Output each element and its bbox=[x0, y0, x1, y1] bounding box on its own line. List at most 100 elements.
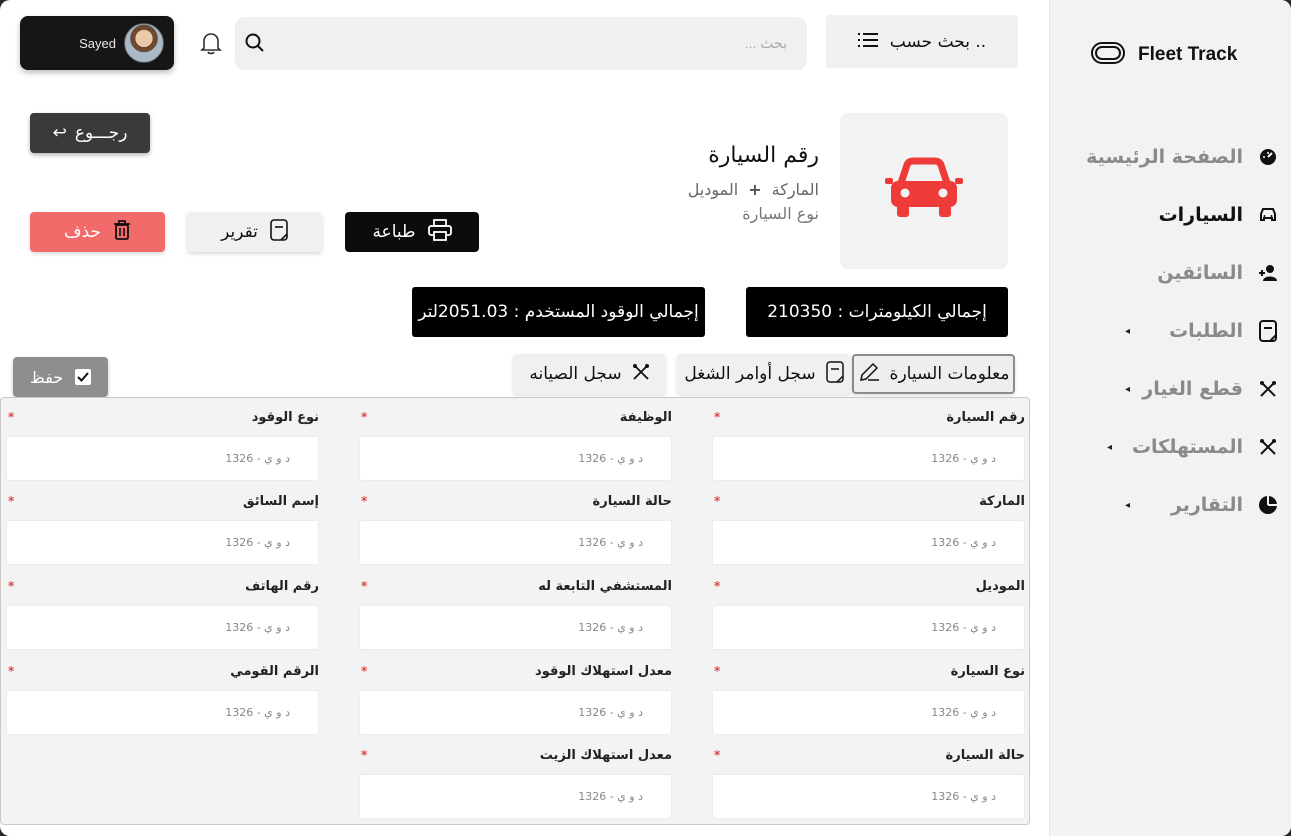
save-button[interactable]: حفظ bbox=[13, 357, 108, 397]
text-field[interactable] bbox=[359, 436, 672, 481]
text-field[interactable] bbox=[359, 605, 672, 650]
field-label: رقم السيارة bbox=[946, 409, 1025, 425]
list-icon bbox=[857, 32, 878, 52]
report-button[interactable]: تقرير bbox=[187, 212, 322, 252]
text-field[interactable] bbox=[359, 774, 672, 819]
brand-name: Fleet Track bbox=[1138, 44, 1238, 65]
brand[interactable]: Fleet Track bbox=[1090, 40, 1237, 70]
document-icon bbox=[1257, 320, 1279, 342]
field-driver-name: * إسم السائق bbox=[6, 490, 319, 565]
text-field[interactable] bbox=[712, 605, 1025, 650]
chevron-icon: ◂ bbox=[1107, 441, 1113, 453]
sidebar-item-requests[interactable]: ◂ الطلبات bbox=[1049, 302, 1291, 360]
tab-label: معلومات السيارة bbox=[889, 364, 1010, 384]
search-by-button[interactable]: بحث حسب .. bbox=[826, 15, 1018, 68]
field-label: الوظيفة bbox=[619, 409, 672, 425]
text-field[interactable] bbox=[359, 520, 672, 565]
total-fuel-stat: إجمالي الوقود المستخدم : 2051.03لتر bbox=[412, 287, 705, 337]
text-field[interactable] bbox=[712, 436, 1025, 481]
field-label: معدل استهلاك الوقود bbox=[535, 663, 672, 679]
document-icon bbox=[825, 360, 844, 388]
required-mark: * bbox=[714, 664, 721, 678]
report-label: تقرير bbox=[221, 222, 258, 242]
sidebar-item-drivers[interactable]: السائقين bbox=[1049, 244, 1291, 302]
field-label: رقم الهاتف bbox=[245, 578, 319, 594]
trash-icon bbox=[113, 219, 131, 245]
printer-icon bbox=[427, 218, 452, 246]
field-brand: * الماركة bbox=[712, 490, 1025, 565]
car-type: نوع السيارة bbox=[742, 204, 819, 223]
text-field[interactable] bbox=[712, 520, 1025, 565]
tools-icon bbox=[632, 363, 650, 386]
sidebar-item-label: التقارير bbox=[1170, 494, 1243, 516]
field-label: الموديل bbox=[975, 578, 1025, 594]
required-mark: * bbox=[361, 579, 368, 593]
field-label: نوع الوقود bbox=[251, 409, 319, 425]
back-button[interactable]: ↩ رجـــوع bbox=[30, 113, 150, 153]
add-user-icon bbox=[1257, 262, 1279, 284]
field-label: معدل استهلاك الزيت bbox=[539, 747, 672, 763]
print-button[interactable]: طباعة bbox=[345, 212, 479, 252]
delete-button[interactable]: حذف bbox=[30, 212, 165, 252]
user-name: Sayed bbox=[79, 35, 116, 51]
field-label: نوع السيارة bbox=[950, 663, 1025, 679]
required-mark: * bbox=[361, 664, 368, 678]
tab-work-orders[interactable]: سجل أوامر الشغل bbox=[677, 354, 851, 394]
required-mark: * bbox=[714, 410, 721, 424]
required-mark: * bbox=[361, 494, 368, 508]
text-field[interactable] bbox=[712, 774, 1025, 819]
sidebar-item-reports[interactable]: ◂ التقارير bbox=[1049, 476, 1291, 534]
field-car-status: * حالة السيارة bbox=[712, 744, 1025, 819]
text-field[interactable] bbox=[6, 605, 319, 650]
search-icon[interactable] bbox=[245, 33, 265, 57]
sidebar-item-consumables[interactable]: ◂ المستهلكات bbox=[1049, 418, 1291, 476]
sidebar: Fleet Track الصفحة الرئيسية السيارات الس… bbox=[1049, 0, 1291, 836]
app-window: Fleet Track الصفحة الرئيسية السيارات الس… bbox=[0, 0, 1291, 836]
total-km-stat: إجمالي الكيلومترات : 210350 bbox=[746, 287, 1008, 337]
tab-car-info[interactable]: معلومات السيارة bbox=[852, 354, 1015, 394]
required-mark: * bbox=[714, 494, 721, 508]
delete-label: حذف bbox=[63, 222, 102, 242]
field-car-condition: * حالة السيارة bbox=[359, 490, 672, 565]
pie-chart-icon bbox=[1257, 494, 1279, 516]
field-phone: * رقم الهاتف bbox=[6, 575, 319, 650]
text-field[interactable] bbox=[6, 520, 319, 565]
pencil-icon bbox=[858, 361, 880, 388]
field-label: الرقم القومي bbox=[230, 663, 319, 679]
search-by-label: بحث حسب .. bbox=[889, 31, 987, 52]
text-field[interactable] bbox=[6, 436, 319, 481]
bell-icon[interactable] bbox=[200, 31, 222, 55]
car-number-title: رقم السيارة bbox=[708, 143, 819, 168]
plus-sign: + bbox=[748, 180, 762, 199]
user-menu[interactable]: Sayed bbox=[20, 16, 174, 70]
text-field[interactable] bbox=[6, 690, 319, 735]
sidebar-item-cars[interactable]: السيارات bbox=[1049, 186, 1291, 244]
avatar bbox=[124, 23, 164, 63]
required-mark: * bbox=[714, 579, 721, 593]
field-oil-rate: * معدل استهلاك الزيت bbox=[359, 744, 672, 819]
tools-icon bbox=[1257, 436, 1279, 458]
search-input[interactable] bbox=[287, 31, 787, 55]
save-label: حفظ bbox=[29, 367, 64, 387]
text-field[interactable] bbox=[359, 690, 672, 735]
sidebar-item-label: المستهلكات bbox=[1131, 436, 1243, 458]
car-icon bbox=[1257, 204, 1279, 226]
field-fuel-rate: * معدل استهلاك الوقود bbox=[359, 660, 672, 735]
text-field[interactable] bbox=[712, 690, 1025, 735]
required-mark: * bbox=[8, 494, 15, 508]
car-brand-model: الماركة + الموديل bbox=[688, 180, 819, 199]
tab-label: سجل أوامر الشغل bbox=[684, 364, 816, 384]
field-fuel-type: * نوع الوقود bbox=[6, 406, 319, 481]
chevron-icon: ◂ bbox=[1125, 499, 1131, 511]
field-hospital: * المستشفي التابعة له bbox=[359, 575, 672, 650]
required-mark: * bbox=[361, 410, 368, 424]
field-label: حالة السيارة bbox=[945, 747, 1025, 763]
required-mark: * bbox=[8, 579, 15, 593]
sidebar-item-home[interactable]: الصفحة الرئيسية bbox=[1049, 128, 1291, 186]
required-mark: * bbox=[714, 748, 721, 762]
field-label: حالة السيارة bbox=[592, 493, 672, 509]
car-image-tile bbox=[840, 113, 1008, 269]
sidebar-item-spare-parts[interactable]: ◂ قطع الغيار bbox=[1049, 360, 1291, 418]
tab-maintenance-log[interactable]: سجل الصيانه bbox=[513, 354, 666, 394]
field-label: إسم السائق bbox=[242, 493, 319, 509]
